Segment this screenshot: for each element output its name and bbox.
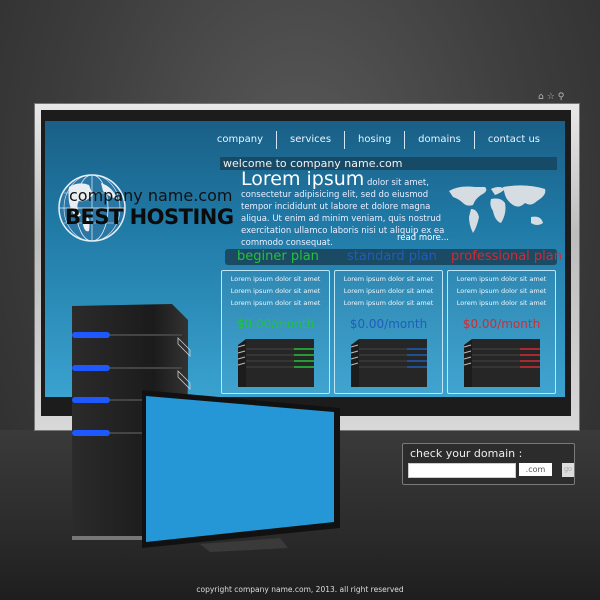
plan-feature: Lorem ipsum dolor sit amet [456, 299, 547, 307]
plan-price: $0.00/month [462, 317, 541, 331]
home-icon[interactable]: ⌂ [538, 92, 544, 102]
plan-card-professional[interactable]: Lorem ipsum dolor sit amet Lorem ipsum d… [447, 270, 556, 394]
logo-title: BEST HOSTING [65, 205, 234, 229]
plan-title-professional: professional plan [451, 249, 562, 264]
browser-icons: ⌂ ☆ ⚲ [538, 92, 564, 102]
nav-company[interactable]: company [204, 131, 277, 149]
intro-headline: Lorem ipsum [241, 168, 365, 190]
plan-feature: Lorem ipsum dolor sit amet [230, 299, 321, 307]
search-icon[interactable]: ⚲ [558, 92, 565, 102]
nav-menu: company services hosing domains contact … [204, 131, 553, 149]
plan-title-beginner: beginer plan [237, 249, 319, 264]
plan-card-beginner[interactable]: Lorem ipsum dolor sit amet Lorem ipsum d… [221, 270, 330, 394]
plan-feature: Lorem ipsum dolor sit amet [343, 299, 434, 307]
plan-feature: Lorem ipsum dolor sit amet [343, 287, 434, 295]
nav-contact[interactable]: contact us [475, 131, 553, 149]
tv-monitor-icon [142, 390, 340, 552]
copyright-footer: copyright company name.com, 2013. all ri… [196, 585, 404, 594]
read-more-link[interactable]: read more... [397, 233, 449, 243]
domain-input[interactable] [408, 463, 516, 478]
server-icon [237, 339, 314, 387]
plan-price: $0.00/month [236, 317, 315, 331]
plan-feature: Lorem ipsum dolor sit amet [456, 275, 547, 283]
plan-feature: Lorem ipsum dolor sit amet [456, 287, 547, 295]
plan-card-standard[interactable]: Lorem ipsum dolor sit amet Lorem ipsum d… [334, 270, 443, 394]
plan-feature: Lorem ipsum dolor sit amet [230, 275, 321, 283]
plan-feature: Lorem ipsum dolor sit amet [230, 287, 321, 295]
domain-check-label: check your domain : [410, 447, 523, 460]
plan-price: $0.00/month [349, 317, 428, 331]
domain-go-button[interactable]: go [562, 463, 574, 477]
server-icon [463, 339, 540, 387]
nav-domains[interactable]: domains [405, 131, 475, 149]
logo-company-name: company name.com [69, 186, 233, 205]
plan-title-standard: standard plan [347, 249, 437, 264]
domain-check-widget: check your domain : .com go [402, 443, 575, 485]
logo[interactable]: company name.com BEST HOSTING [57, 173, 234, 263]
nav-services[interactable]: services [277, 131, 346, 149]
server-icon [350, 339, 427, 387]
plan-feature: Lorem ipsum dolor sit amet [343, 275, 434, 283]
world-map-icon [449, 185, 546, 233]
nav-hosting[interactable]: hosing [345, 131, 406, 149]
star-icon[interactable]: ☆ [547, 92, 555, 102]
domain-tld-select[interactable]: .com [519, 463, 552, 476]
